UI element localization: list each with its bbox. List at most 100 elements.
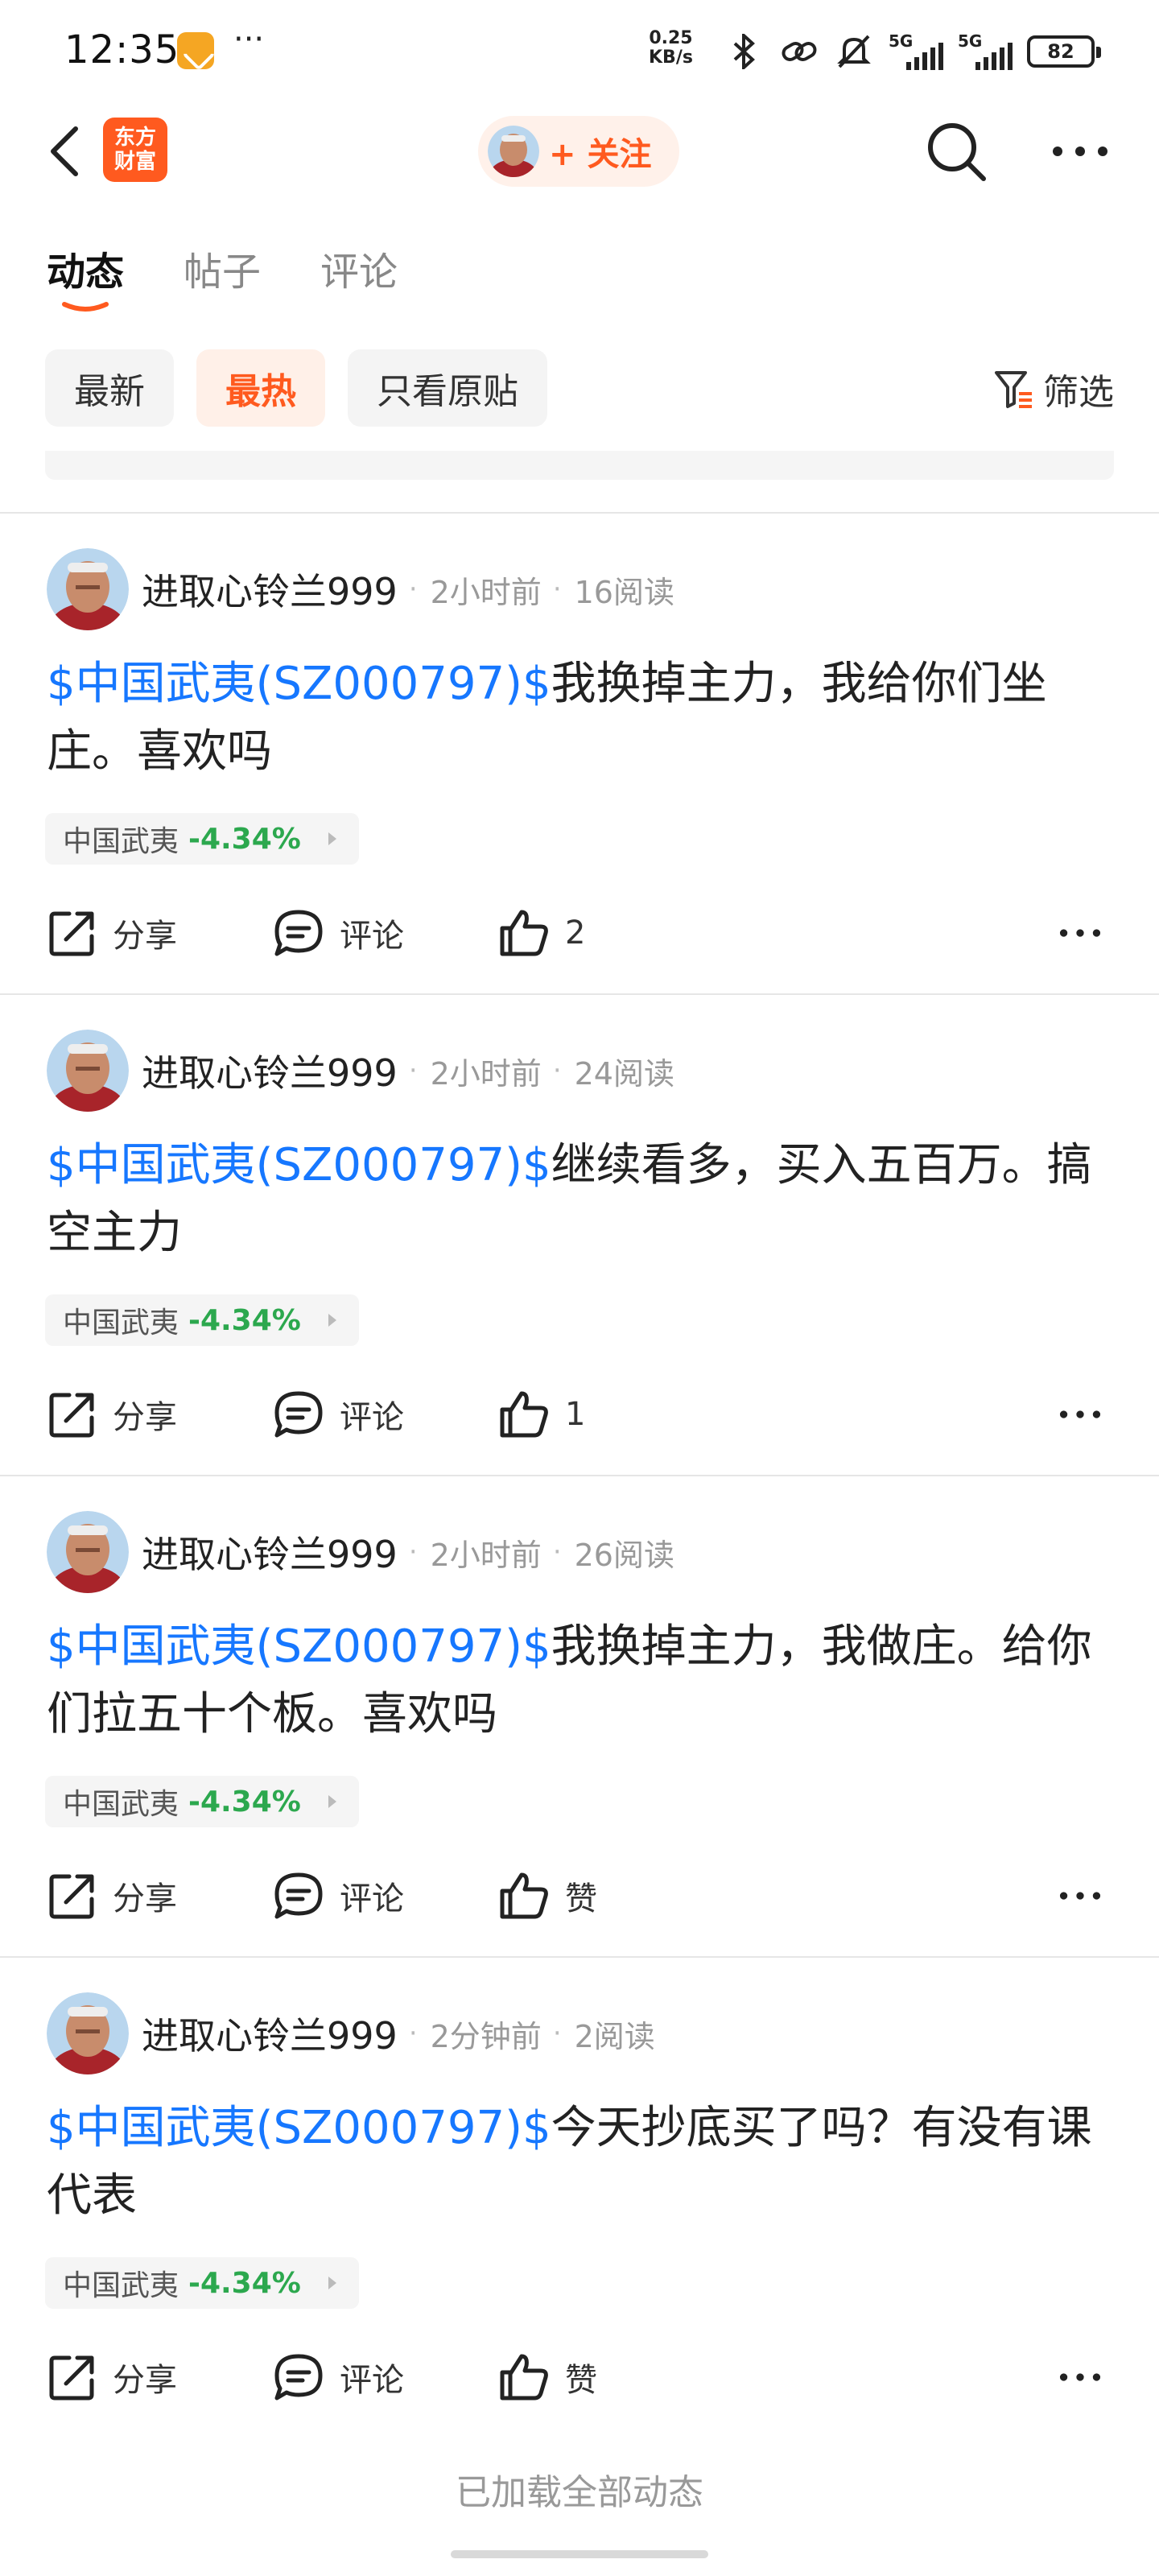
- divider-strip: [45, 451, 1114, 480]
- separator-dot: ·: [408, 1055, 418, 1087]
- share-button[interactable]: 分享: [47, 1378, 177, 1451]
- tab-dynamics-label: 动态: [47, 250, 125, 295]
- stock-quote-chip[interactable]: 中国武夷 -4.34%: [45, 813, 359, 865]
- author-name[interactable]: 进取心铃兰999: [142, 2007, 398, 2060]
- post-more-button[interactable]: [1059, 1860, 1116, 1932]
- thumbs-up-icon: [500, 910, 548, 956]
- all-loaded-note: 已加载全部动态: [456, 2472, 703, 2513]
- post-content[interactable]: $中国武夷(SZ000797)$我换掉主力，我给你们坐庄。喜欢吗: [47, 650, 1109, 786]
- stock-quote-chip[interactable]: 中国武夷 -4.34%: [45, 1776, 359, 1827]
- stock-tag-link[interactable]: $中国武夷(SZ000797)$: [47, 658, 551, 710]
- separator-dot: ·: [408, 2017, 418, 2050]
- tab-comments-label: 评论: [320, 250, 398, 295]
- post-time: 2小时前: [430, 1055, 542, 1092]
- filter-button[interactable]: 筛选: [993, 361, 1114, 417]
- avatar[interactable]: [47, 1030, 129, 1112]
- signal-5g-2-icon: 5G: [958, 31, 1013, 72]
- stock-tag-link[interactable]: $中国武夷(SZ000797)$: [47, 2102, 551, 2154]
- post-item[interactable]: 进取心铃兰999 · 2小时前 · 16阅读 $中国武夷(SZ000797)$我…: [0, 512, 1159, 993]
- thumbs-up-icon: [500, 1391, 548, 1438]
- avatar[interactable]: [47, 1511, 129, 1593]
- home-indicator[interactable]: [451, 2550, 708, 2558]
- share-button[interactable]: 分享: [47, 897, 177, 969]
- share-icon: [49, 1393, 94, 1438]
- back-button[interactable]: [39, 121, 90, 182]
- comment-button[interactable]: 评论: [272, 1860, 404, 1932]
- sort-filters: 最新 最热 只看原贴: [45, 349, 547, 428]
- search-button[interactable]: [922, 118, 990, 185]
- stock-tag-link[interactable]: $中国武夷(SZ000797)$: [47, 1139, 551, 1191]
- post-more-button[interactable]: [1059, 2341, 1116, 2413]
- stock-change: -4.34%: [188, 822, 301, 856]
- app-notification-icon: [177, 32, 214, 69]
- comment-icon: [274, 1391, 323, 1438]
- stock-name: 中国武夷: [63, 1788, 179, 1821]
- more-horizontal-icon: [1059, 1410, 1101, 1418]
- filter-label: 筛选: [1043, 372, 1114, 413]
- filter-latest[interactable]: 最新: [45, 349, 174, 427]
- avatar: [488, 126, 539, 177]
- like-button[interactable]: 赞: [497, 1860, 597, 1932]
- post-more-button[interactable]: [1059, 897, 1116, 969]
- stock-quote-chip[interactable]: 中国武夷 -4.34%: [45, 2257, 359, 2309]
- share-label: 分享: [113, 2362, 177, 2399]
- comment-label: 评论: [340, 2362, 404, 2399]
- share-icon: [49, 911, 94, 956]
- post-header: 进取心铃兰999 · 2分钟前 · 2阅读: [47, 1992, 655, 2075]
- comment-button[interactable]: 评论: [272, 1378, 404, 1451]
- tab-comments[interactable]: 评论: [320, 240, 398, 304]
- stock-tag-link[interactable]: $中国武夷(SZ000797)$: [47, 1620, 551, 1673]
- post-item[interactable]: 进取心铃兰999 · 2分钟前 · 2阅读 $中国武夷(SZ000797)$今天…: [0, 1956, 1159, 2438]
- top-nav-bar: 东方 财富 + 关注: [0, 103, 1159, 200]
- post-time: 2小时前: [430, 1537, 542, 1573]
- post-feed: 进取心铃兰999 · 2小时前 · 16阅读 $中国武夷(SZ000797)$我…: [0, 512, 1159, 2438]
- like-button[interactable]: 2: [497, 897, 585, 969]
- follow-button[interactable]: + 关注: [478, 116, 679, 187]
- caret-right-icon: [328, 1314, 336, 1327]
- post-actions: 分享 评论 1: [47, 1378, 1116, 1451]
- post-header: 进取心铃兰999 · 2小时前 · 16阅读: [47, 547, 674, 631]
- avatar[interactable]: [47, 548, 129, 630]
- post-time: 2小时前: [430, 574, 542, 610]
- stock-name: 中国武夷: [63, 1307, 179, 1340]
- tab-dynamics[interactable]: 动态: [47, 240, 125, 312]
- author-name[interactable]: 进取心铃兰999: [142, 1044, 398, 1097]
- post-time: 2分钟前: [430, 2018, 542, 2054]
- like-label: 赞: [565, 2362, 597, 2399]
- like-button[interactable]: 1: [497, 1378, 585, 1451]
- like-label: 赞: [565, 1880, 597, 1918]
- filter-original-only[interactable]: 只看原贴: [348, 349, 547, 427]
- share-button[interactable]: 分享: [47, 2341, 177, 2413]
- status-bar: 12:35 ··· 0.25 KB/s 5G 5G 82: [0, 0, 1159, 103]
- comment-button[interactable]: 评论: [272, 2341, 404, 2413]
- more-button[interactable]: [1046, 118, 1114, 185]
- filter-hottest[interactable]: 最热: [196, 349, 325, 427]
- network-speed-unit: KB/s: [649, 47, 693, 68]
- post-item[interactable]: 进取心铃兰999 · 2小时前 · 24阅读 $中国武夷(SZ000797)$继…: [0, 993, 1159, 1475]
- separator-dot: ·: [552, 2017, 562, 2050]
- share-button[interactable]: 分享: [47, 1860, 177, 1932]
- battery-level: 82: [1047, 40, 1074, 63]
- post-content[interactable]: $中国武夷(SZ000797)$今天抄底买了吗？有没有课代表: [47, 2095, 1109, 2230]
- post-more-button[interactable]: [1059, 1378, 1116, 1451]
- post-content[interactable]: $中国武夷(SZ000797)$继续看多，买入五百万。搞空主力: [47, 1132, 1109, 1267]
- author-name[interactable]: 进取心铃兰999: [142, 563, 398, 616]
- post-content[interactable]: $中国武夷(SZ000797)$我换掉主力，我做庄。给你们拉五十个板。喜欢吗: [47, 1613, 1109, 1748]
- stock-change: -4.34%: [188, 1303, 301, 1337]
- post-item[interactable]: 进取心铃兰999 · 2小时前 · 26阅读 $中国武夷(SZ000797)$我…: [0, 1475, 1159, 1956]
- caret-right-icon: [328, 832, 336, 845]
- stock-quote-chip[interactable]: 中国武夷 -4.34%: [45, 1294, 359, 1346]
- separator-dot: ·: [408, 1536, 418, 1568]
- app-logo[interactable]: 东方 财富: [103, 118, 167, 182]
- more-horizontal-icon: [1059, 929, 1101, 937]
- more-horizontal-icon: [1059, 1892, 1101, 1900]
- author-name[interactable]: 进取心铃兰999: [142, 1525, 398, 1579]
- comment-button[interactable]: 评论: [272, 897, 404, 969]
- avatar[interactable]: [47, 1992, 129, 2074]
- like-button[interactable]: 赞: [497, 2341, 597, 2413]
- caret-right-icon: [328, 2277, 336, 2289]
- signal-5g-1-icon: 5G: [889, 31, 943, 72]
- network-speed: 0.25 KB/s: [649, 29, 693, 68]
- tab-posts[interactable]: 帖子: [184, 240, 261, 304]
- status-icons: 5G 5G 82: [724, 29, 1101, 74]
